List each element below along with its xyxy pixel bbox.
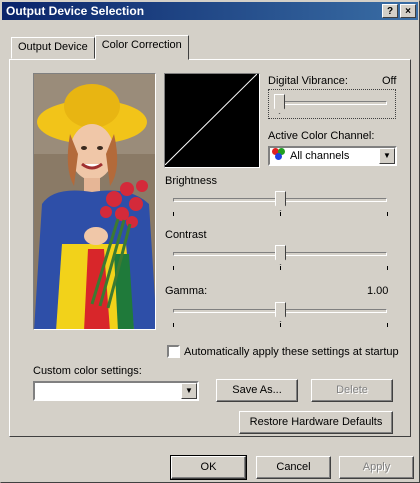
color-channel-icon (272, 148, 286, 161)
apply-button[interactable]: Apply (339, 456, 414, 479)
slider-tick (173, 323, 174, 327)
brightness-slider[interactable] (165, 190, 395, 216)
auto-apply-checkbox[interactable] (167, 345, 180, 358)
digital-vibrance-value: Off (382, 75, 397, 87)
cancel-button[interactable]: Cancel (256, 456, 331, 479)
active-channel-select[interactable]: All channels ▼ (268, 146, 397, 166)
active-channel-label: Active Color Channel: (268, 130, 375, 142)
close-icon[interactable]: × (400, 4, 416, 18)
preview-image (33, 73, 156, 330)
slider-tick (280, 212, 281, 216)
save-as-button[interactable]: Save As... (216, 379, 298, 402)
slider-thumb[interactable] (275, 191, 286, 211)
contrast-slider[interactable] (165, 244, 395, 270)
slider-tick (387, 323, 388, 327)
dropdown-arrow-icon[interactable]: ▼ (379, 148, 395, 164)
custom-settings-label: Custom color settings: (33, 365, 142, 377)
window-title: Output Device Selection (6, 4, 145, 18)
custom-settings-select[interactable]: ▼ (33, 381, 199, 401)
color-curve-display (164, 73, 260, 168)
digital-vibrance-label: Digital Vibrance: (268, 75, 348, 87)
slider-thumb[interactable] (275, 302, 286, 322)
ok-button[interactable]: OK (170, 455, 247, 480)
slider-tick (280, 266, 281, 270)
active-channel-value: All channels (290, 150, 350, 162)
help-icon[interactable]: ? (382, 4, 398, 18)
title-buttons: ? × (382, 4, 416, 18)
tab-color-correction[interactable]: Color Correction (94, 35, 189, 60)
title-bar: Output Device Selection ? × (2, 2, 418, 20)
dropdown-arrow-icon[interactable]: ▼ (181, 383, 197, 399)
slider-tick (387, 266, 388, 270)
auto-apply-label: Automatically apply these settings at st… (184, 346, 399, 358)
gamma-label: Gamma: (165, 285, 208, 297)
slider-track (279, 101, 387, 105)
delete-button[interactable]: Delete (311, 379, 393, 402)
slider-tick (173, 266, 174, 270)
gamma-value: 1.00 (367, 285, 389, 297)
tab-strip: Output Device Color Correction (11, 35, 189, 60)
slider-tick (280, 323, 281, 327)
slider-thumb[interactable] (275, 245, 286, 265)
slider-tick (173, 212, 174, 216)
gamma-slider[interactable] (165, 301, 395, 327)
slider-thumb[interactable] (274, 94, 285, 114)
brightness-label: Brightness (165, 175, 217, 187)
digital-vibrance-slider[interactable] (271, 93, 395, 119)
contrast-label: Contrast (165, 229, 207, 241)
slider-tick (387, 212, 388, 216)
tab-output-device[interactable]: Output Device (11, 37, 95, 59)
restore-defaults-button[interactable]: Restore Hardware Defaults (239, 411, 393, 434)
dialog-window: Output Device Selection ? × Output Devic… (0, 0, 420, 483)
